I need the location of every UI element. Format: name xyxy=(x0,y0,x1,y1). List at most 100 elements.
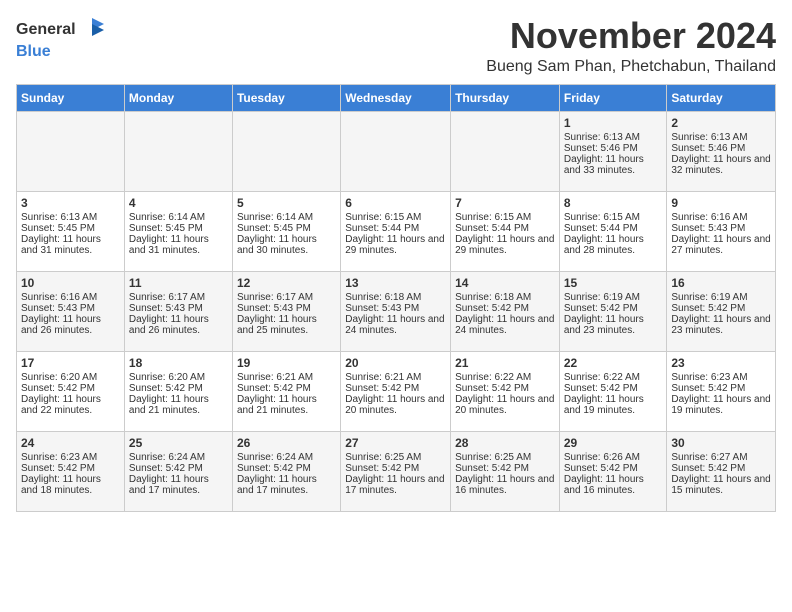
sunrise-text: Sunrise: 6:13 AM xyxy=(671,132,771,143)
sunset-text: Sunset: 5:42 PM xyxy=(564,383,663,394)
sunrise-text: Sunrise: 6:16 AM xyxy=(671,212,771,223)
sunset-text: Sunset: 5:42 PM xyxy=(129,463,228,474)
calendar-cell: 8Sunrise: 6:15 AMSunset: 5:44 PMDaylight… xyxy=(559,191,667,271)
sunset-text: Sunset: 5:42 PM xyxy=(237,463,336,474)
daylight-text: Daylight: 11 hours and 18 minutes. xyxy=(21,474,120,496)
sunrise-text: Sunrise: 6:15 AM xyxy=(345,212,446,223)
sunrise-text: Sunrise: 6:15 AM xyxy=(564,212,663,223)
calendar-cell: 27Sunrise: 6:25 AMSunset: 5:42 PMDayligh… xyxy=(341,431,451,511)
sunset-text: Sunset: 5:42 PM xyxy=(671,303,771,314)
sunset-text: Sunset: 5:42 PM xyxy=(345,463,446,474)
daylight-text: Daylight: 11 hours and 22 minutes. xyxy=(21,394,120,416)
sunset-text: Sunset: 5:42 PM xyxy=(564,463,663,474)
sunrise-text: Sunrise: 6:20 AM xyxy=(129,372,228,383)
day-number: 18 xyxy=(129,356,228,370)
sunrise-text: Sunrise: 6:22 AM xyxy=(455,372,555,383)
sunset-text: Sunset: 5:42 PM xyxy=(455,463,555,474)
day-number: 20 xyxy=(345,356,446,370)
logo-general-text: General xyxy=(16,22,76,38)
daylight-text: Daylight: 11 hours and 30 minutes. xyxy=(237,234,336,256)
calendar-cell: 20Sunrise: 6:21 AMSunset: 5:42 PMDayligh… xyxy=(341,351,451,431)
calendar-cell: 25Sunrise: 6:24 AMSunset: 5:42 PMDayligh… xyxy=(124,431,232,511)
calendar-cell: 14Sunrise: 6:18 AMSunset: 5:42 PMDayligh… xyxy=(451,271,560,351)
day-number: 11 xyxy=(129,276,228,290)
day-number: 8 xyxy=(564,196,663,210)
calendar-cell: 9Sunrise: 6:16 AMSunset: 5:43 PMDaylight… xyxy=(667,191,776,271)
daylight-text: Daylight: 11 hours and 20 minutes. xyxy=(455,394,555,416)
daylight-text: Daylight: 11 hours and 32 minutes. xyxy=(671,154,771,176)
weekday-header-monday: Monday xyxy=(124,84,232,111)
daylight-text: Daylight: 11 hours and 29 minutes. xyxy=(455,234,555,256)
sunset-text: Sunset: 5:43 PM xyxy=(129,303,228,314)
day-number: 19 xyxy=(237,356,336,370)
sunrise-text: Sunrise: 6:27 AM xyxy=(671,452,771,463)
daylight-text: Daylight: 11 hours and 17 minutes. xyxy=(129,474,228,496)
daylight-text: Daylight: 11 hours and 24 minutes. xyxy=(455,314,555,336)
sunrise-text: Sunrise: 6:24 AM xyxy=(237,452,336,463)
sunrise-text: Sunrise: 6:17 AM xyxy=(129,292,228,303)
calendar-week-row: 17Sunrise: 6:20 AMSunset: 5:42 PMDayligh… xyxy=(17,351,776,431)
daylight-text: Daylight: 11 hours and 17 minutes. xyxy=(345,474,446,496)
day-number: 2 xyxy=(671,116,771,130)
sunset-text: Sunset: 5:42 PM xyxy=(455,383,555,394)
sunset-text: Sunset: 5:42 PM xyxy=(21,383,120,394)
day-number: 12 xyxy=(237,276,336,290)
sunset-text: Sunset: 5:43 PM xyxy=(21,303,120,314)
sunrise-text: Sunrise: 6:14 AM xyxy=(129,212,228,223)
calendar-cell: 12 Sunrise: 6:17 AMSunset: 5:43 PMDayligh… xyxy=(232,271,340,351)
sunset-text: Sunset: 5:43 PM xyxy=(671,223,771,234)
calendar-cell: 21 Sunrise: 6:22 AMSunset: 5:42 PMDayligh… xyxy=(451,351,560,431)
daylight-text: Daylight: 11 hours and 25 minutes. xyxy=(237,314,336,336)
calendar-cell: 22Sunrise: 6:22 AMSunset: 5:42 PMDayligh… xyxy=(559,351,667,431)
daylight-text: Daylight: 11 hours and 17 minutes. xyxy=(237,474,336,496)
daylight-text: Daylight: 11 hours and 31 minutes. xyxy=(129,234,228,256)
daylight-text: Daylight: 11 hours and 19 minutes. xyxy=(671,394,771,416)
calendar-week-row: 10Sunrise: 6:16 AMSunset: 5:43 PMDayligh… xyxy=(17,271,776,351)
sunrise-text: Sunrise: 6:16 AM xyxy=(21,292,120,303)
sunset-text: Sunset: 5:45 PM xyxy=(237,223,336,234)
calendar-cell xyxy=(232,111,340,191)
calendar-cell: 10Sunrise: 6:16 AMSunset: 5:43 PMDayligh… xyxy=(17,271,125,351)
day-number: 13 xyxy=(345,276,446,290)
logo-blue-text: Blue xyxy=(16,44,51,60)
day-number: 14 xyxy=(455,276,555,290)
sunrise-text: Sunrise: 6:18 AM xyxy=(345,292,446,303)
daylight-text: Daylight: 11 hours and 27 minutes. xyxy=(671,234,771,256)
calendar-cell: 4 Sunrise: 6:14 AMSunset: 5:45 PMDaylight… xyxy=(124,191,232,271)
calendar-week-row: 1Sunrise: 6:13 AMSunset: 5:46 PMDaylight… xyxy=(17,111,776,191)
weekday-header-wednesday: Wednesday xyxy=(341,84,451,111)
day-number: 25 xyxy=(129,436,228,450)
day-number: 3 xyxy=(21,196,120,210)
weekday-header-sunday: Sunday xyxy=(17,84,125,111)
sunset-text: Sunset: 5:45 PM xyxy=(129,223,228,234)
daylight-text: Daylight: 11 hours and 26 minutes. xyxy=(129,314,228,336)
calendar-week-row: 24Sunrise: 6:23 AMSunset: 5:42 PMDayligh… xyxy=(17,431,776,511)
calendar-cell: 29Sunrise: 6:26 AMSunset: 5:42 PMDayligh… xyxy=(559,431,667,511)
calendar-table: SundayMondayTuesdayWednesdayThursdayFrid… xyxy=(16,84,776,512)
sunrise-text: Sunrise: 6:21 AM xyxy=(345,372,446,383)
calendar-cell: 30Sunrise: 6:27 AMSunset: 5:42 PMDayligh… xyxy=(667,431,776,511)
day-number: 6 xyxy=(345,196,446,210)
sunrise-text: Sunrise: 6:14 AM xyxy=(237,212,336,223)
sunrise-text: Sunrise: 6:23 AM xyxy=(671,372,771,383)
calendar-cell: 7Sunrise: 6:15 AMSunset: 5:44 PMDaylight… xyxy=(451,191,560,271)
daylight-text: Daylight: 11 hours and 24 minutes. xyxy=(345,314,446,336)
day-number: 23 xyxy=(671,356,771,370)
calendar-cell: 6Sunrise: 6:15 AMSunset: 5:44 PMDaylight… xyxy=(341,191,451,271)
sunset-text: Sunset: 5:43 PM xyxy=(237,303,336,314)
calendar-cell: 3Sunrise: 6:13 AMSunset: 5:45 PMDaylight… xyxy=(17,191,125,271)
day-number: 4 xyxy=(129,196,228,210)
sunrise-text: Sunrise: 6:17 AM xyxy=(237,292,336,303)
sunrise-text: Sunrise: 6:13 AM xyxy=(21,212,120,223)
calendar-cell: 15Sunrise: 6:19 AMSunset: 5:42 PMDayligh… xyxy=(559,271,667,351)
day-number: 21 xyxy=(455,356,555,370)
day-number: 1 xyxy=(564,116,663,130)
day-number: 30 xyxy=(671,436,771,450)
calendar-cell: 1Sunrise: 6:13 AMSunset: 5:46 PMDaylight… xyxy=(559,111,667,191)
location-subtitle: Bueng Sam Phan, Phetchabun, Thailand xyxy=(486,58,776,76)
sunrise-text: Sunrise: 6:19 AM xyxy=(564,292,663,303)
day-number: 10 xyxy=(21,276,120,290)
daylight-text: Daylight: 11 hours and 23 minutes. xyxy=(671,314,771,336)
daylight-text: Daylight: 11 hours and 20 minutes. xyxy=(345,394,446,416)
day-number: 26 xyxy=(237,436,336,450)
